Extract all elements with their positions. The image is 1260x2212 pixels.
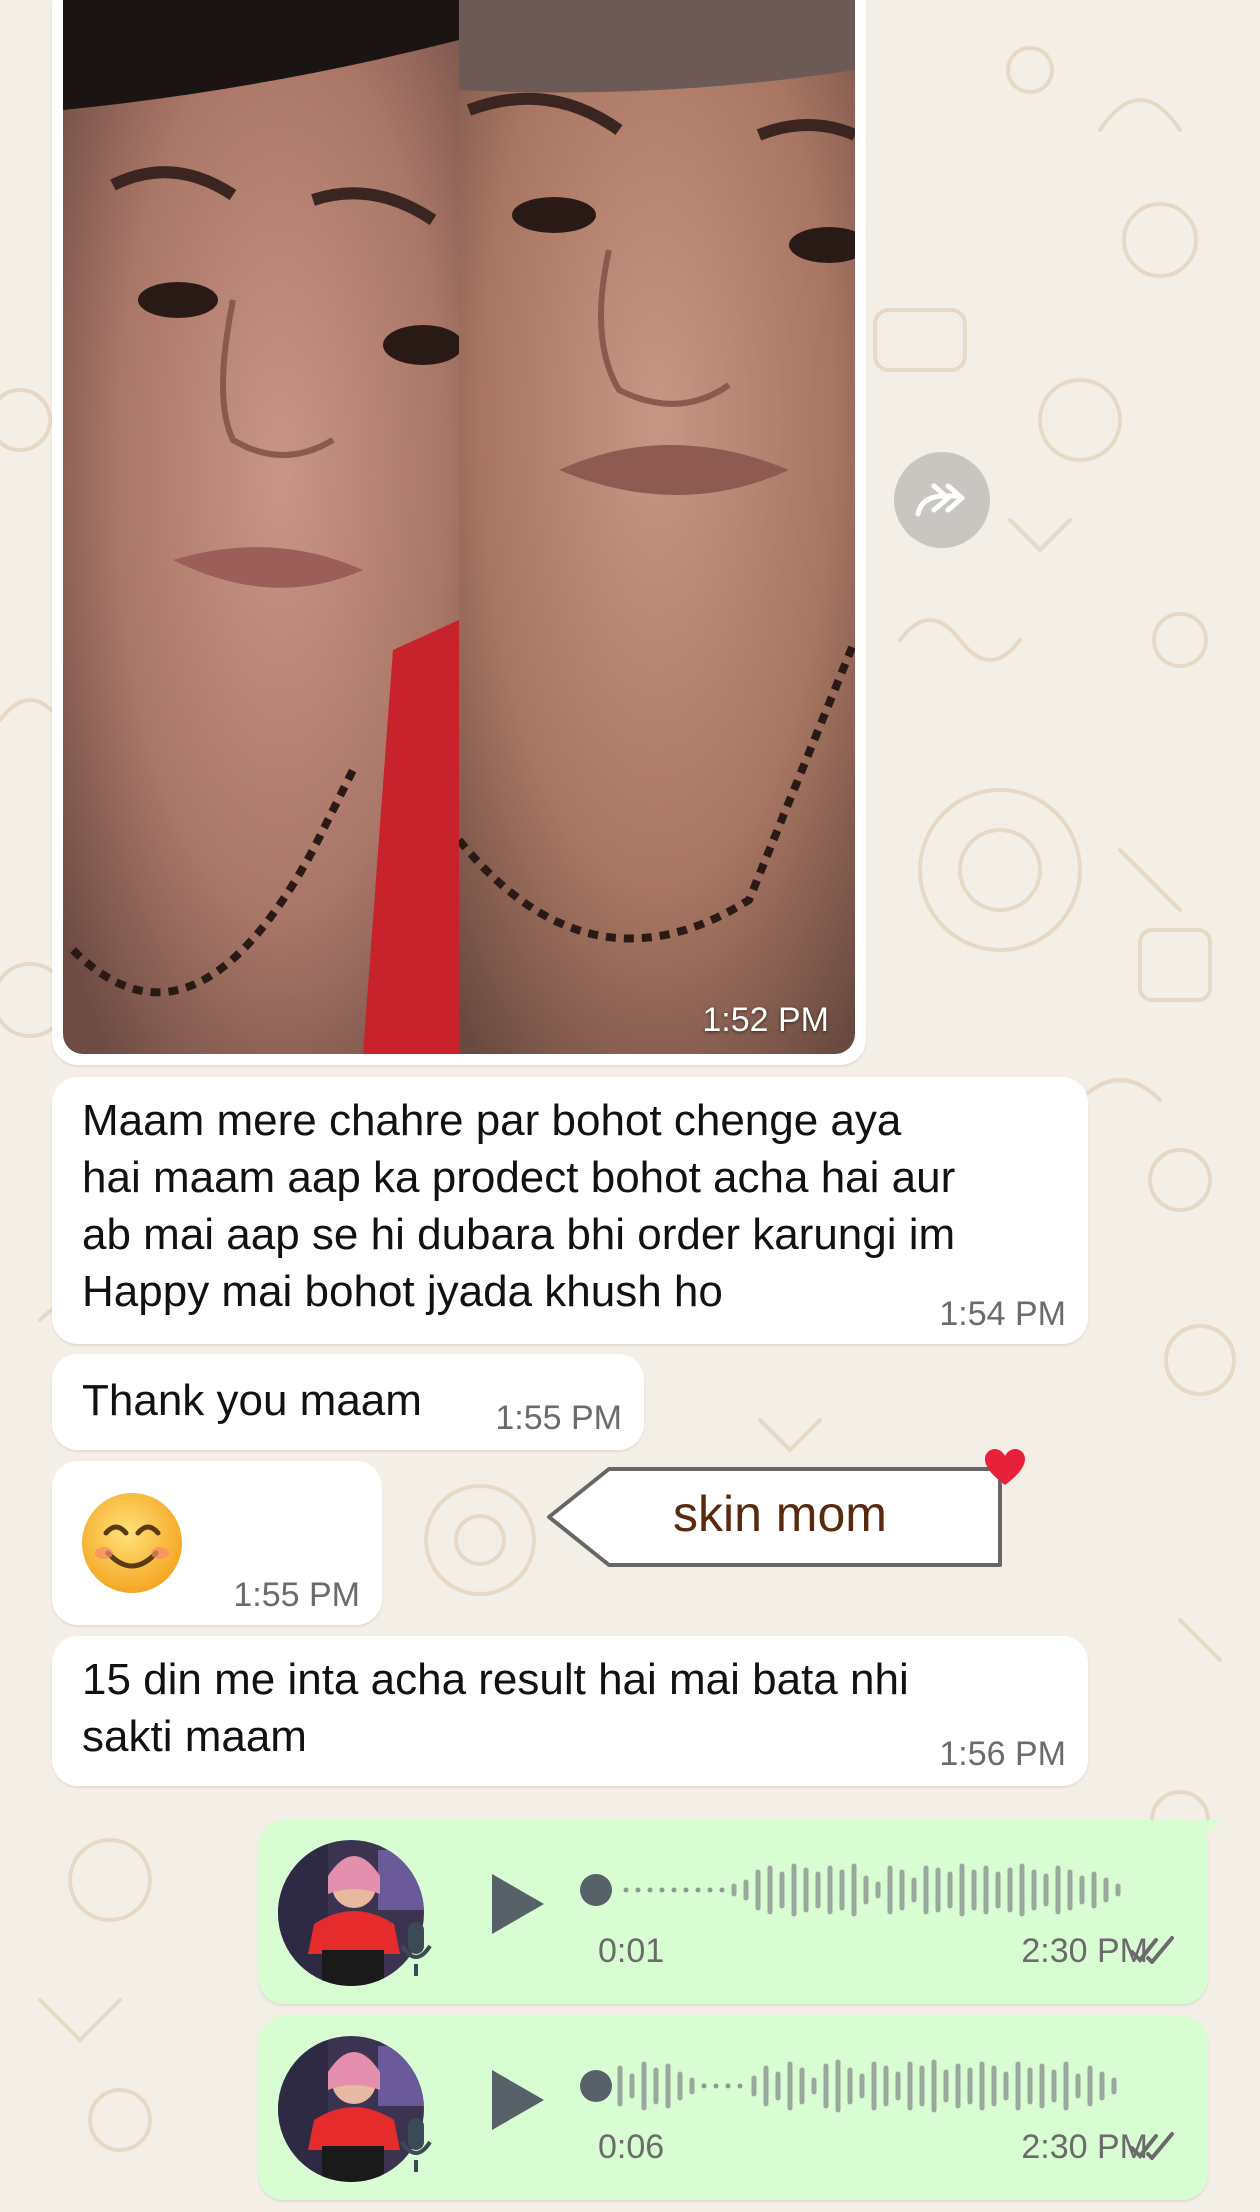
before-after-photo[interactable]: 1:52 PM bbox=[63, 0, 855, 1054]
message-time: 1:56 PM bbox=[939, 1735, 1066, 1773]
message-time: 1:54 PM bbox=[939, 1295, 1066, 1333]
message-time: 1:55 PM bbox=[495, 1399, 622, 1437]
voice-duration: 0:06 bbox=[598, 2128, 665, 2166]
incoming-message[interactable]: Maam mere chahre par bohot chenge aya ha… bbox=[52, 1077, 1088, 1344]
forward-button[interactable] bbox=[894, 452, 990, 548]
mic-icon bbox=[400, 1922, 432, 1976]
forward-icon bbox=[915, 483, 965, 517]
double-check-icon bbox=[1130, 1936, 1174, 1964]
voice-message[interactable]: 0:06 2:30 PM bbox=[258, 2016, 1208, 2200]
tag-label: skin mom bbox=[673, 1486, 887, 1542]
voice-waveform[interactable] bbox=[578, 2056, 1158, 2116]
photo-message[interactable]: 1:52 PM bbox=[52, 0, 866, 1065]
message-time: 2:30 PM bbox=[1021, 1932, 1148, 1970]
mic-icon bbox=[400, 2118, 432, 2172]
message-text: 15 din me inta acha result hai mai bata … bbox=[82, 1655, 909, 1761]
smiling-face-emoji bbox=[80, 1491, 184, 1600]
incoming-message[interactable]: Thank you maam 1:55 PM bbox=[52, 1354, 644, 1450]
play-icon[interactable] bbox=[488, 1870, 548, 1938]
message-time: 2:30 PM bbox=[1021, 2128, 1148, 2166]
brand-tag: skin mom bbox=[545, 1449, 1025, 1569]
heart-icon bbox=[985, 1449, 1025, 1485]
voice-waveform[interactable] bbox=[578, 1860, 1158, 1920]
bubble-tail bbox=[1192, 1820, 1222, 1846]
incoming-message[interactable]: 1:55 PM bbox=[52, 1461, 382, 1625]
incoming-message[interactable]: 15 din me inta acha result hai mai bata … bbox=[52, 1636, 1088, 1786]
after-photo bbox=[459, 0, 855, 1054]
message-text: Thank you maam bbox=[82, 1376, 422, 1425]
message-time: 1:55 PM bbox=[233, 1576, 360, 1614]
voice-message[interactable]: 0:01 2:30 PM bbox=[258, 1820, 1222, 2004]
voice-duration: 0:01 bbox=[598, 1932, 665, 1970]
message-time: 1:52 PM bbox=[702, 1001, 829, 1039]
play-icon[interactable] bbox=[488, 2066, 548, 2134]
before-photo bbox=[63, 0, 459, 1054]
double-check-icon bbox=[1130, 2132, 1174, 2160]
message-text: Maam mere chahre par bohot chenge aya ha… bbox=[82, 1096, 956, 1316]
